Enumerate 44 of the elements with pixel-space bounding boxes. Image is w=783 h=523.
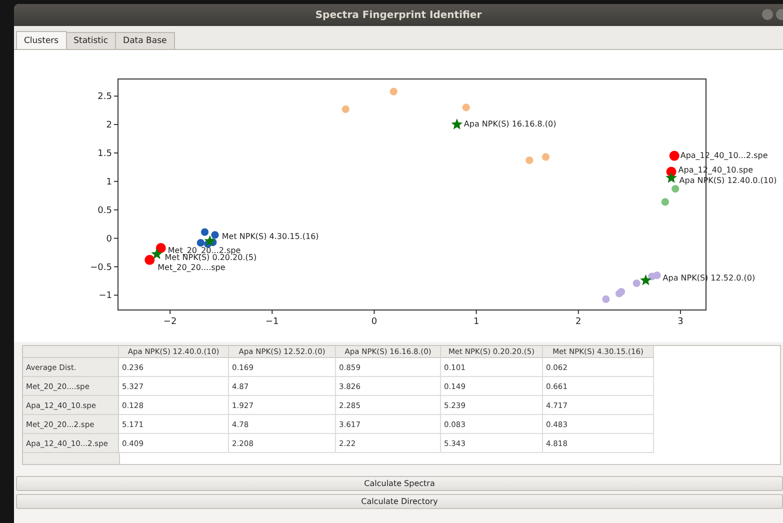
point-label: Met_20_20....spe (158, 262, 226, 272)
star-marker (204, 235, 216, 246)
point-label: Met NPK(S) 0.20.20.(5) (164, 253, 257, 262)
x-tick-label: 1 (473, 317, 480, 327)
y-tick-label: −0.5 (90, 262, 112, 273)
y-tick-label: −1 (98, 291, 112, 302)
data-point (462, 104, 470, 112)
y-tick-label: 0.5 (98, 206, 112, 216)
star-marker (151, 248, 162, 260)
tab[interactable]: Data Base (115, 32, 175, 49)
data-point (144, 254, 155, 265)
y-tick-label: 1.5 (98, 148, 112, 159)
tab[interactable]: Clusters (16, 31, 67, 49)
data-point (526, 156, 534, 164)
data-point (632, 279, 640, 288)
y-tick-label: 1 (106, 177, 112, 188)
x-tick-label: 0 (371, 317, 378, 327)
data-point (661, 198, 669, 206)
calculate-button[interactable]: Calculate Directory (16, 494, 783, 509)
point-label: Met NPK(S) 4.30.15.(16) (222, 232, 319, 242)
y-tick-label: 2 (106, 120, 112, 131)
data-point (156, 242, 166, 253)
minimize-button[interactable] (762, 9, 773, 20)
y-tick-label: 0 (106, 234, 112, 244)
data-point (672, 185, 680, 193)
point-label: Met_20_20...2.spe (168, 246, 241, 255)
x-tick-label: 2 (576, 317, 582, 327)
star-marker (640, 274, 652, 286)
x-tick-label: 3 (678, 317, 684, 327)
data-point (200, 228, 209, 236)
data-point (542, 153, 550, 161)
calculate-button[interactable]: Calculate Spectra (16, 476, 783, 491)
data-point (342, 105, 350, 113)
data-point (390, 88, 398, 96)
star-marker (451, 118, 463, 130)
window-title: Spectra Fingerprint Identifier (315, 10, 482, 20)
data-point (602, 295, 610, 303)
y-tick-label: 2.5 (98, 92, 112, 102)
tab[interactable]: Statistic (66, 32, 116, 49)
data-point (669, 150, 680, 161)
x-tick-label: −1 (266, 317, 279, 327)
x-tick-label: −2 (163, 317, 177, 327)
star-marker (666, 172, 677, 183)
point-label: Apa NPK(S) 16.16.8.(0) (464, 120, 556, 129)
